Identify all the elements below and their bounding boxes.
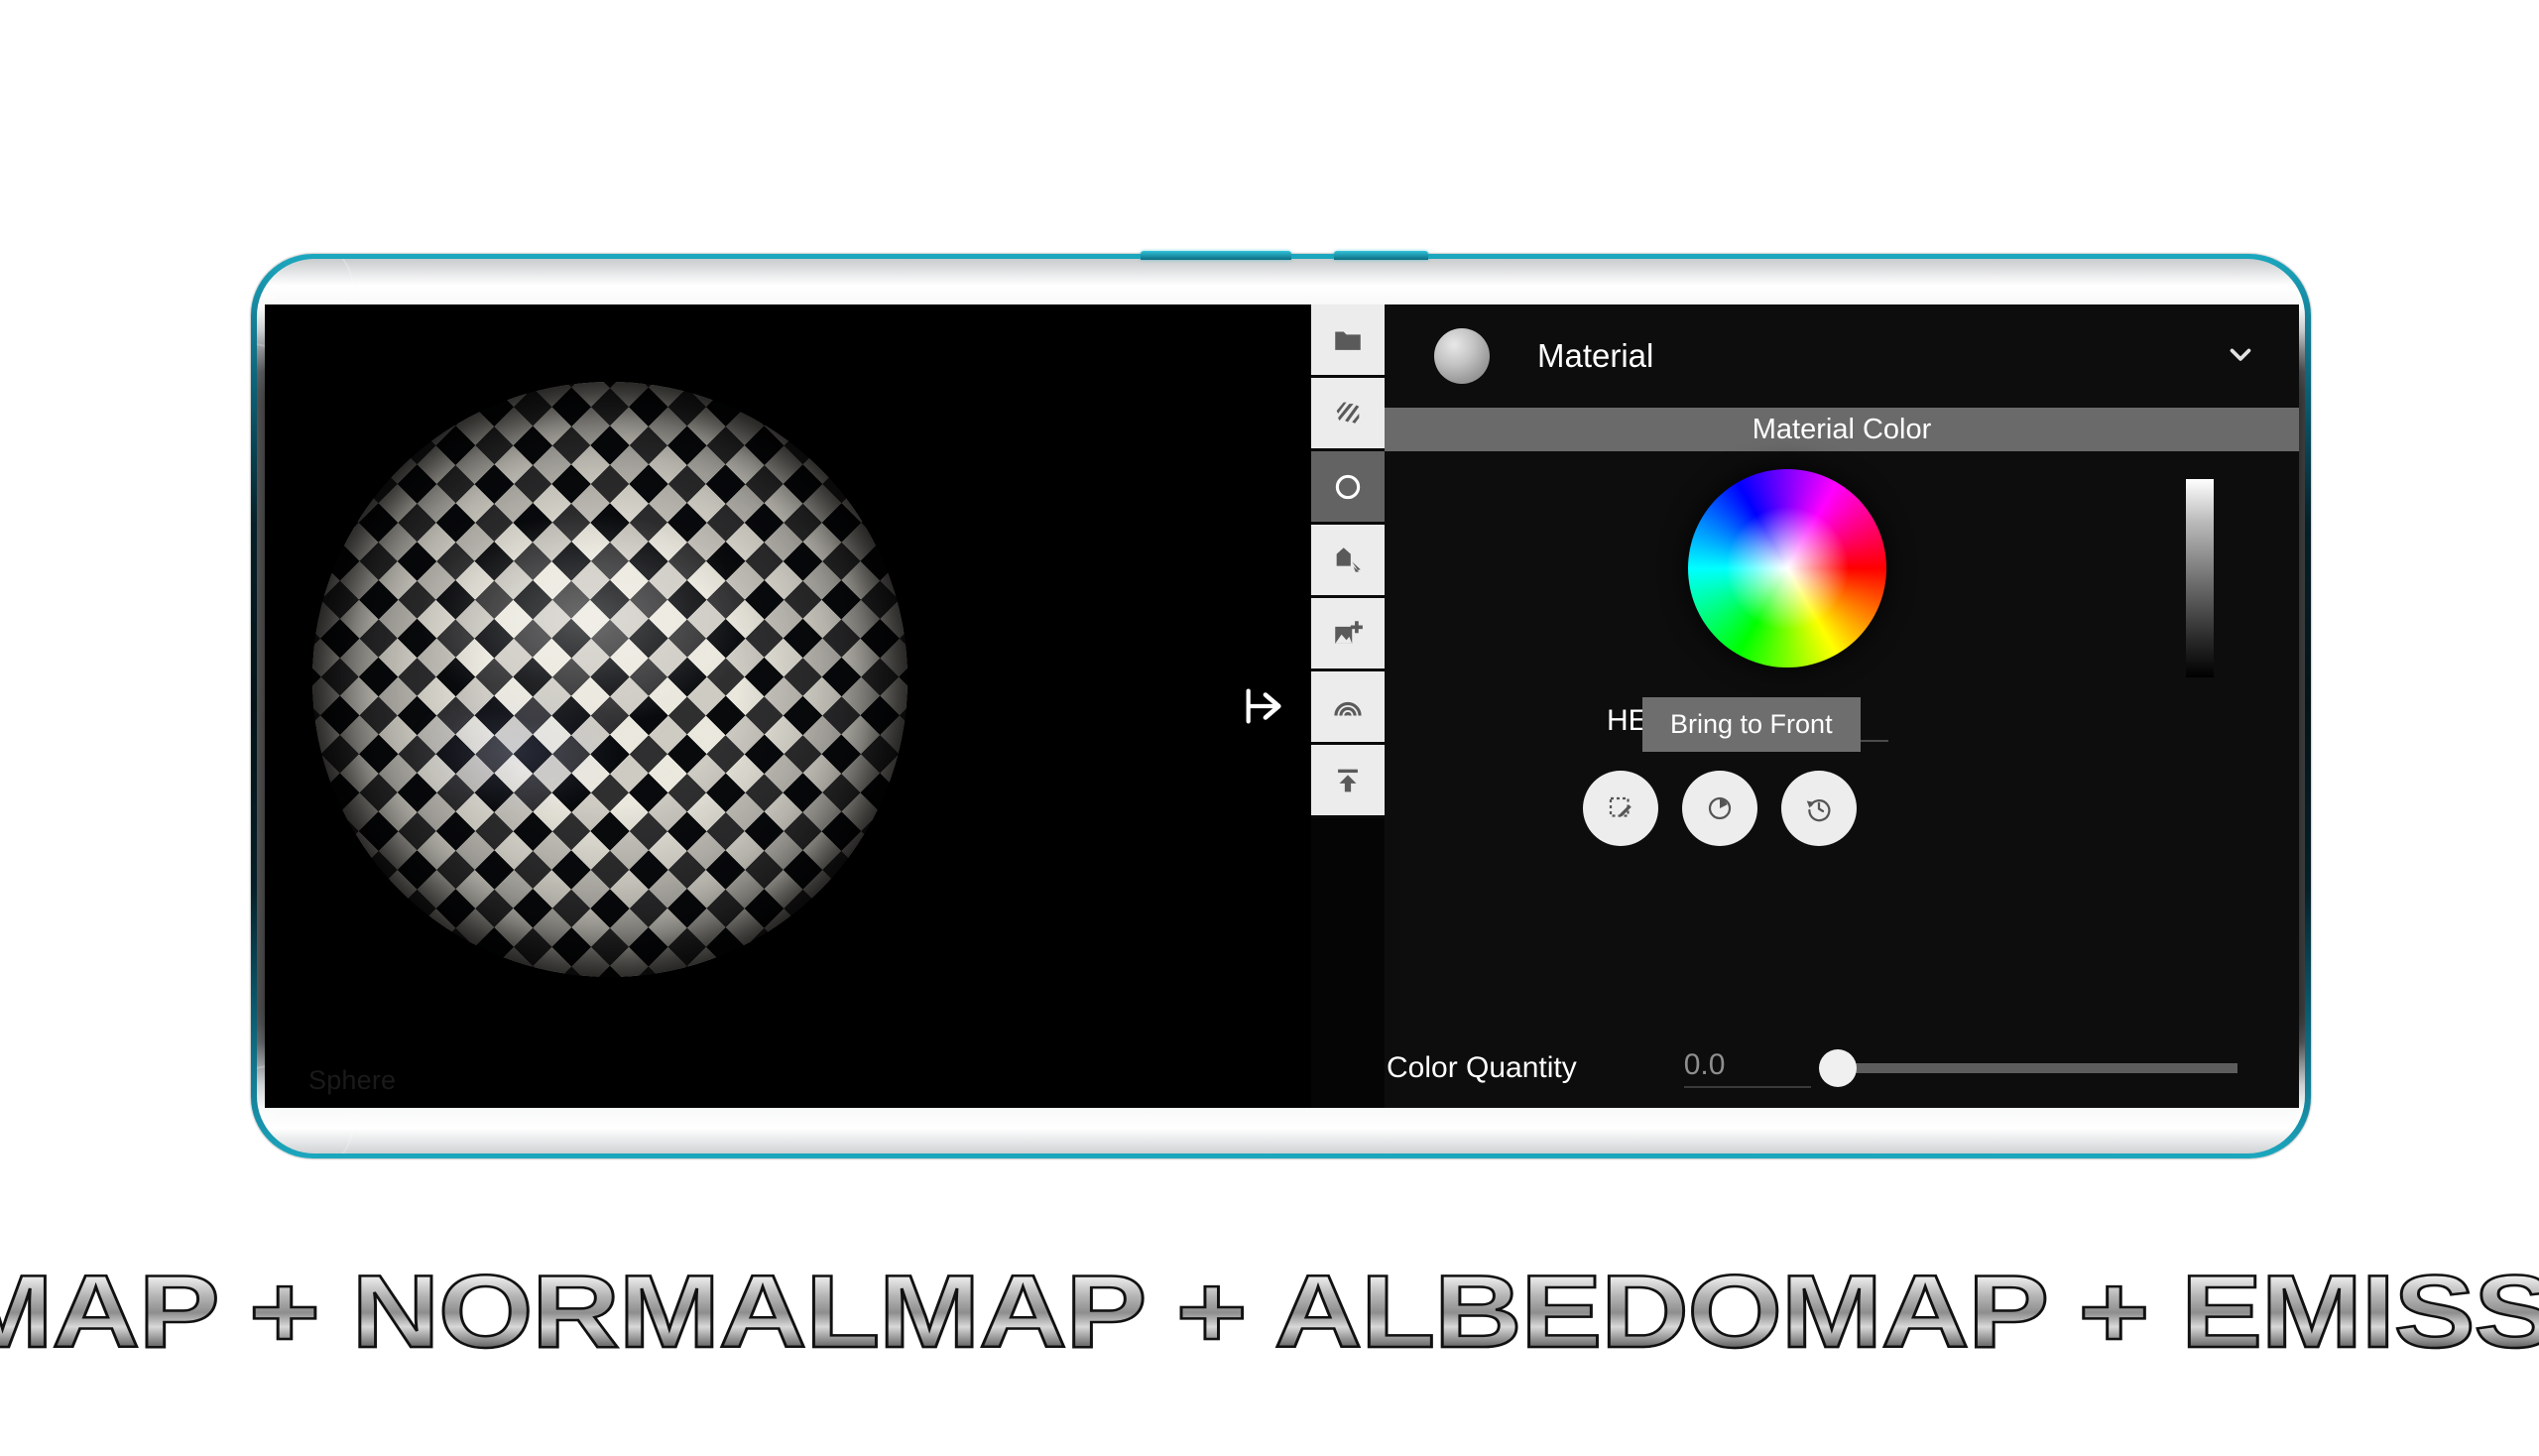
sphere-shading [312, 382, 907, 977]
sphere-object[interactable] [312, 382, 907, 977]
color-picker-area [1385, 451, 2299, 693]
tool-button-add-image[interactable] [1311, 598, 1385, 671]
screenshot-root: Sphere Material Material Color Bring to … [0, 0, 2539, 1456]
tool-button-texture[interactable] [1311, 378, 1385, 451]
select-edit-icon-button[interactable] [1583, 771, 1658, 846]
object-name-label: Sphere [308, 1065, 397, 1095]
phone-screen: Sphere Material Material Color Bring to … [265, 304, 2299, 1108]
collapse-panel-arrow-icon[interactable] [1234, 676, 1293, 736]
tool-sidebar[interactable] [1311, 304, 1385, 1108]
opacity-pie-icon-button[interactable] [1682, 771, 1757, 846]
slider-thumb[interactable] [1818, 1049, 1857, 1087]
tool-button-material[interactable] [1311, 451, 1385, 525]
tooltip-bring-to-front: Bring to Front [1642, 697, 1861, 752]
viewport-3d[interactable]: Sphere [265, 304, 1311, 1108]
chevron-down-icon[interactable] [2224, 337, 2257, 376]
phone-hardware-button-volume[interactable] [1141, 251, 1291, 260]
phone-hardware-button-power[interactable] [1334, 251, 1428, 260]
tool-button-export[interactable] [1311, 745, 1385, 818]
tool-button-folder[interactable] [1311, 304, 1385, 378]
material-color-section-header: Material Color [1385, 408, 2299, 451]
tool-button-place-object[interactable] [1311, 525, 1385, 598]
material-name-label: Material [1537, 337, 1654, 374]
caption-text: AOMAP + NORMALMAP + ALBEDOMAP + EMISSION… [0, 1254, 2539, 1372]
color-wheel[interactable] [1688, 469, 1886, 667]
material-sphere-preview [1434, 328, 1490, 384]
settings-material-panel: Settings Material Material Material Colo… [1385, 304, 2299, 1108]
color-quantity-slider[interactable] [1818, 1048, 2237, 1088]
color-quantity-row: Color Quantity 0.0 [1385, 1048, 2299, 1088]
color-action-buttons [1385, 771, 2299, 846]
tool-button-environment[interactable] [1311, 671, 1385, 745]
color-quantity-value[interactable]: 0.0 [1683, 1048, 1811, 1088]
material-selector-row[interactable]: Material [1385, 304, 2299, 408]
history-undo-icon-button[interactable] [1781, 771, 1857, 846]
slider-track [1840, 1063, 2237, 1073]
brightness-slider[interactable] [2186, 479, 2214, 677]
color-quantity-label: Color Quantity [1387, 1051, 1577, 1084]
